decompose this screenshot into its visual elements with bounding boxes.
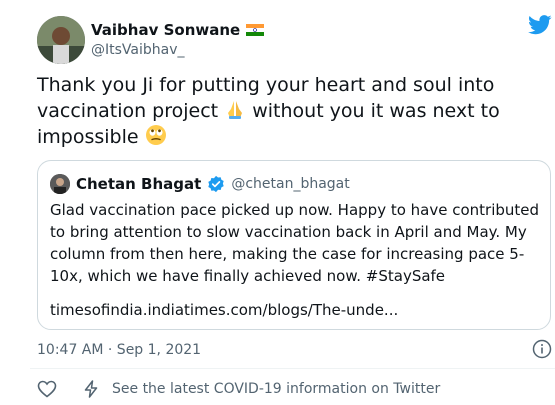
quoted-tweet[interactable]: Chetan Bhagat @chetan_bhagat Glad vaccin…	[37, 160, 551, 330]
tweet-actions: See the latest COVID-19 information on T…	[37, 380, 440, 398]
quoted-avatar-photo	[50, 174, 70, 194]
india-flag-icon	[246, 24, 265, 36]
info-icon[interactable]	[532, 339, 552, 359]
quoted-tweet-text: Glad vaccination pace picked up now. Hap…	[50, 201, 540, 285]
avatar-photo	[37, 16, 85, 64]
twitter-bird-icon[interactable]	[528, 15, 552, 35]
tweet-timestamp[interactable]: 10:47 AM · Sep 1, 2021	[37, 342, 201, 358]
author-handle[interactable]: @ItsVaibhav_	[91, 42, 185, 58]
quoted-avatar	[50, 174, 70, 194]
verified-badge-icon	[208, 175, 225, 193]
rolling-eyes-emoji-icon	[145, 125, 166, 145]
author-name-row[interactable]: Vaibhav Sonwane	[91, 21, 265, 39]
folded-hands-emoji-icon	[228, 101, 243, 119]
tweet-card: Vaibhav Sonwane @ItsVaibhav_ Thank you J…	[0, 0, 555, 405]
divider	[30, 368, 555, 369]
covid-info-link[interactable]: See the latest COVID-19 information on T…	[112, 381, 440, 397]
quoted-tweet-header: Chetan Bhagat @chetan_bhagat	[50, 174, 350, 194]
bolt-icon[interactable]	[83, 380, 99, 398]
quoted-author-name: Chetan Bhagat	[76, 175, 202, 193]
author-name[interactable]: Vaibhav Sonwane	[91, 21, 240, 39]
quoted-author-handle: @chetan_bhagat	[231, 176, 350, 192]
avatar[interactable]	[37, 16, 85, 64]
quoted-tweet-link[interactable]: timesofindia.indiatimes.com/blogs/The-un…	[50, 301, 398, 319]
heart-icon[interactable]	[37, 380, 57, 398]
tweet-text: Thank you Ji for putting your heart and …	[37, 72, 542, 150]
